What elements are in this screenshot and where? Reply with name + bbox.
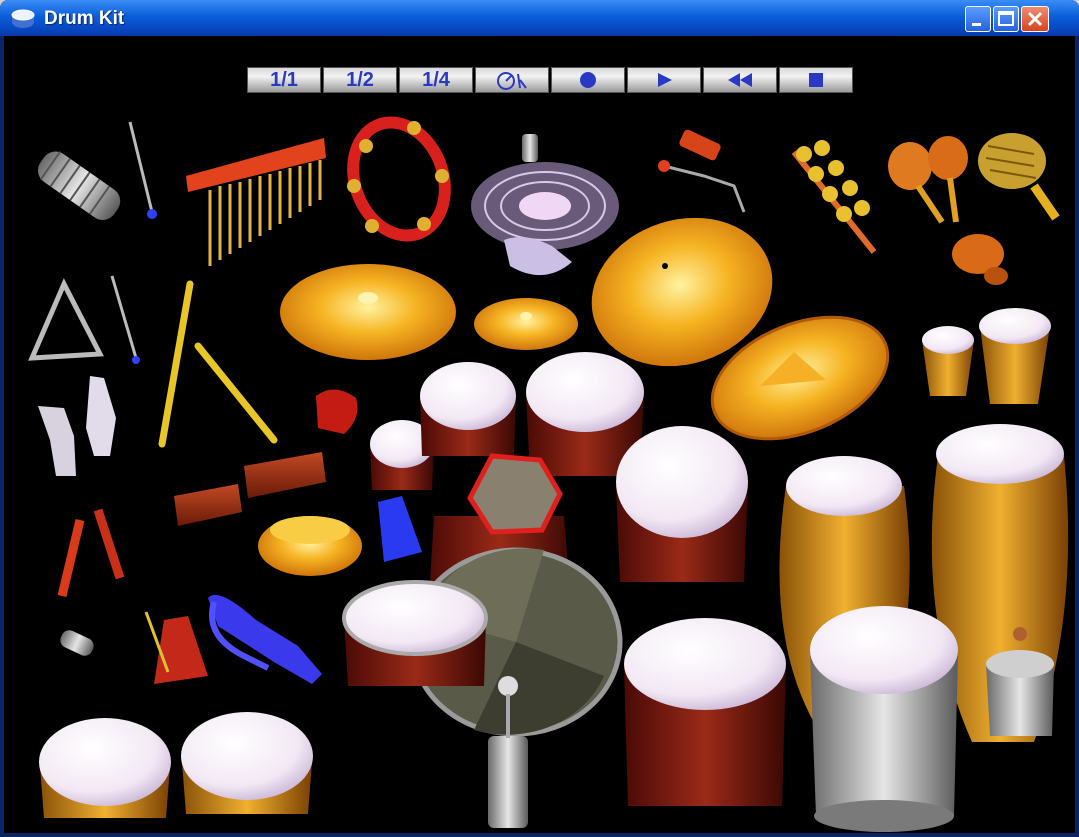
drum-kit-stage: 1/1 1/2 1/4 [4, 36, 1075, 833]
snare-drum[interactable] [342, 580, 488, 686]
transport-toolbar: 1/1 1/2 1/4 [247, 67, 855, 95]
half-note-button[interactable]: 1/2 [323, 67, 397, 93]
close-button[interactable] [1021, 6, 1049, 32]
stop-icon [809, 73, 823, 87]
wood-blocks[interactable] [174, 452, 326, 526]
cabasa[interactable] [978, 133, 1060, 221]
maximize-icon [998, 11, 1014, 26]
timbale-right[interactable] [181, 712, 313, 814]
jingle-bells[interactable] [791, 140, 877, 254]
triangle[interactable] [28, 275, 140, 364]
tom-floor[interactable] [616, 426, 748, 582]
mallet[interactable] [128, 121, 157, 219]
drumsticks[interactable] [158, 280, 278, 448]
metronome[interactable] [144, 611, 208, 684]
timbale-left[interactable] [39, 718, 171, 818]
floor-tom[interactable] [624, 618, 786, 806]
agogo-bells[interactable] [208, 594, 322, 684]
minimize-icon [972, 23, 981, 26]
hi-hat[interactable] [258, 516, 362, 576]
tambourine[interactable] [338, 109, 460, 248]
drum-kit-scene [28, 109, 1069, 832]
vibraslap[interactable] [32, 146, 125, 225]
window-title: Drum Kit [44, 8, 125, 29]
tempo-button[interactable] [475, 67, 549, 93]
splash-cymbal[interactable] [474, 298, 578, 350]
title-bar[interactable]: Drum Kit [0, 0, 1079, 36]
quarter-note-button[interactable]: 1/4 [399, 67, 473, 93]
play-button[interactable] [627, 67, 701, 93]
whole-note-button[interactable]: 1/1 [247, 67, 321, 93]
record-icon [580, 72, 596, 88]
hand-clap[interactable] [38, 376, 116, 476]
rewind-icon [728, 73, 752, 87]
maximize-button[interactable] [993, 6, 1019, 32]
crash-cymbal[interactable] [280, 264, 456, 360]
close-icon [1027, 11, 1043, 27]
mark-tree-chimes[interactable] [186, 138, 326, 266]
tom-mid[interactable] [420, 362, 516, 456]
record-button[interactable] [551, 67, 625, 93]
scratch-turntable[interactable] [471, 134, 619, 276]
castanet[interactable] [316, 389, 358, 434]
whistle[interactable] [58, 628, 96, 659]
rewind-button[interactable] [703, 67, 777, 93]
stop-button[interactable] [779, 67, 853, 93]
metronome-icon [497, 72, 527, 90]
bongos[interactable] [922, 308, 1051, 404]
cowbell-stick[interactable] [658, 128, 746, 213]
play-icon [658, 73, 672, 87]
drum-icon [11, 9, 35, 28]
minimize-button[interactable] [965, 6, 991, 32]
timbale[interactable] [810, 606, 958, 832]
app-window: Drum Kit 1/1 1/2 1/4 [0, 0, 1079, 837]
claves[interactable] [57, 508, 125, 598]
cowbell[interactable] [378, 496, 422, 562]
